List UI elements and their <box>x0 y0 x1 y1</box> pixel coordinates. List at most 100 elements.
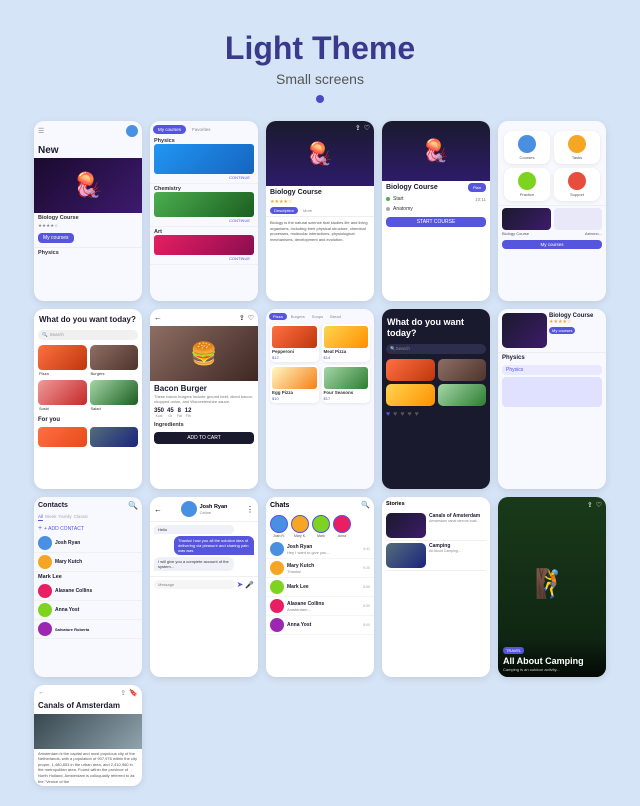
food-item-pizza[interactable]: Pizza <box>38 345 87 377</box>
for-you-item-1 <box>38 427 87 447</box>
my-courses-btn2[interactable]: My courses <box>549 327 575 334</box>
card3-title: Biology Course <box>266 186 374 199</box>
chat-item-josh[interactable]: Josh Ryan Hey I want to give you... 9:41 <box>266 540 374 559</box>
start-course-btn[interactable]: START COURSE <box>386 217 486 227</box>
pepperoni-img <box>272 326 317 348</box>
card-bacon-burger: ← ⇪ ♡ 🍔 Bacon Burger These bacon burgers… <box>150 309 258 489</box>
chat-avatar-mary <box>270 561 284 575</box>
search-contacts-icon[interactable]: 🔍 <box>128 501 138 510</box>
app-courses[interactable]: Courses <box>504 131 550 164</box>
card10-courses: Biology Course ★★★★☆ My courses <box>498 309 606 350</box>
app-support[interactable]: Support <box>554 168 600 201</box>
tasks-icon <box>568 135 586 153</box>
heart-inactive-1[interactable]: ♥ <box>393 411 397 418</box>
more-icon[interactable]: ⋮ <box>246 505 254 514</box>
tab-family[interactable]: Family <box>58 514 71 521</box>
share-icon2[interactable]: ⇪ <box>239 314 245 322</box>
article-bookmark-icon[interactable]: 🔖 <box>129 689 138 697</box>
my-courses-btn[interactable]: My courses <box>502 240 602 249</box>
tab-week[interactable]: Week <box>45 514 56 521</box>
plan-button[interactable]: Plan <box>468 183 486 192</box>
search-chats-icon[interactable]: 🔍 <box>361 501 370 509</box>
dark-food-item-2[interactable] <box>438 359 487 381</box>
app-practice[interactable]: Practice <box>504 168 550 201</box>
food-card-pepperoni[interactable]: Pepperoni $12 <box>270 324 319 362</box>
story-circle-mary <box>291 515 309 533</box>
card7-header: ← ⇪ ♡ <box>150 309 258 326</box>
mic-icon[interactable]: 🎤 <box>245 581 254 589</box>
cat-tab-soups[interactable]: Soups <box>309 313 326 320</box>
send-icon[interactable]: ➤ <box>237 580 244 589</box>
card1-hero-image: 🪼 <box>34 158 142 213</box>
contact-salvatore[interactable]: Salvatore Roberta <box>34 620 142 639</box>
food-item-burger[interactable]: Burgers <box>90 345 139 377</box>
biology-info: Biology Course ★★★★☆ My courses <box>549 313 602 348</box>
for-you-label: For you <box>34 415 142 425</box>
food-item-sushi[interactable]: Sushi <box>38 380 87 412</box>
heart-active[interactable]: ♥ <box>386 411 390 418</box>
contact-anna[interactable]: Anna Yost <box>34 601 142 620</box>
heart-inactive-2[interactable]: ♥ <box>400 411 404 418</box>
page-title: Light Theme <box>225 30 415 67</box>
food-search[interactable]: 🔍 Search <box>38 330 138 340</box>
msg-recv-2: I will give you a complete account of th… <box>154 557 234 571</box>
camping-subtitle: Camping is an outdoor activity... <box>503 667 601 672</box>
camping-title: All About Camping <box>503 657 601 667</box>
chat-messages: Hello Thanks! how you all the solution i… <box>150 522 258 576</box>
contact-alaxane[interactable]: Alaxane Collins <box>34 582 142 601</box>
heart-icon2[interactable]: ♡ <box>248 314 254 322</box>
food-item-salad[interactable]: Salad <box>90 380 139 412</box>
tab-my-courses[interactable]: My courses <box>153 125 186 134</box>
cat-tab-pizza[interactable]: Pizza <box>269 313 287 320</box>
contact-josh-ryan[interactable]: Josh Ryan <box>34 534 142 553</box>
dark-food-item-4[interactable] <box>438 384 487 406</box>
camping-heart-icon[interactable]: ♡ <box>596 501 602 509</box>
story-anna[interactable]: Anna <box>333 515 351 538</box>
food-card-four-seasons[interactable]: Four Seasons $17 <box>322 365 371 403</box>
add-contact-btn[interactable]: + + ADD CONTACT <box>34 523 142 534</box>
chat-item-mark[interactable]: Mark Lee 8:55 <box>266 578 374 597</box>
dark-food-search[interactable]: 🔍 Search <box>386 344 486 354</box>
heart-icon[interactable]: ♡ <box>364 124 370 132</box>
chat-item-alaxane[interactable]: Alaxane Collins Amsterdam... 8:30 <box>266 597 374 616</box>
camping-share-icon[interactable]: ⇪ <box>587 501 593 509</box>
dark-food-item-3[interactable] <box>386 384 435 406</box>
cat-tab-bread[interactable]: Bread <box>327 313 344 320</box>
tab-favorites[interactable]: Favorites <box>188 125 215 134</box>
story-josh[interactable]: Josh R. <box>270 515 288 538</box>
heart-inactive-3[interactable]: ♥ <box>407 411 411 418</box>
story-amsterdam[interactable]: Canals of Amsterdam Amsterdam canal ster… <box>386 511 486 541</box>
article-back-icon[interactable]: ← <box>38 689 45 697</box>
card4-item-start: Start 10:11 <box>382 194 490 204</box>
message-input[interactable]: Message <box>154 580 235 589</box>
tab-description[interactable]: Description <box>270 207 298 214</box>
app-tasks[interactable]: Tasks <box>554 131 600 164</box>
nutr-fat: 8 Fat <box>177 408 182 418</box>
heart-inactive-4[interactable]: ♥ <box>415 411 419 418</box>
food-card-meat-pizza[interactable]: Meat Pizza $14 <box>322 324 371 362</box>
story-mark[interactable]: Mark <box>312 515 330 538</box>
card10-section: Physics <box>498 352 606 363</box>
food-home-title: What do you want today? <box>34 309 142 328</box>
food-card-egg-pizza[interactable]: Egg Pizza $10 <box>270 365 319 403</box>
phone-grid: ☰ New 🪼 Biology Course ★★★★☆ My courses … <box>34 121 606 786</box>
dark-food-item-1[interactable] <box>386 359 435 381</box>
chat-item-mary[interactable]: Mary Kutch Thanks! 9:20 <box>266 559 374 578</box>
chat-item-anna[interactable]: Anna Yost 8:00 <box>266 616 374 635</box>
back-icon[interactable]: ← <box>154 505 162 514</box>
card4-item-anatomy: Anatomy <box>382 204 490 214</box>
contact-mary-kutch[interactable]: Mary Kutch <box>34 553 142 572</box>
camping-badge: TRAVEL <box>503 647 524 654</box>
share-icon[interactable]: ⇪ <box>355 124 361 132</box>
story-camping[interactable]: Camping All About Camping... <box>386 541 486 571</box>
story-mary[interactable]: Mary K. <box>291 515 309 538</box>
add-to-cart-btn[interactable]: ADD TO CART <box>154 432 254 444</box>
tab-more[interactable]: More <box>300 207 315 214</box>
tab-classic[interactable]: Classic <box>74 514 89 521</box>
cat-tab-burgers[interactable]: Burgers <box>288 313 308 320</box>
card1-btn[interactable]: My courses <box>38 233 74 243</box>
stories-row: Josh R. Mary K. Mark Anna <box>266 513 374 540</box>
article-share-icon[interactable]: ⇪ <box>120 689 126 697</box>
tab-all[interactable]: All <box>38 514 43 521</box>
back-button[interactable]: ← <box>154 313 162 322</box>
